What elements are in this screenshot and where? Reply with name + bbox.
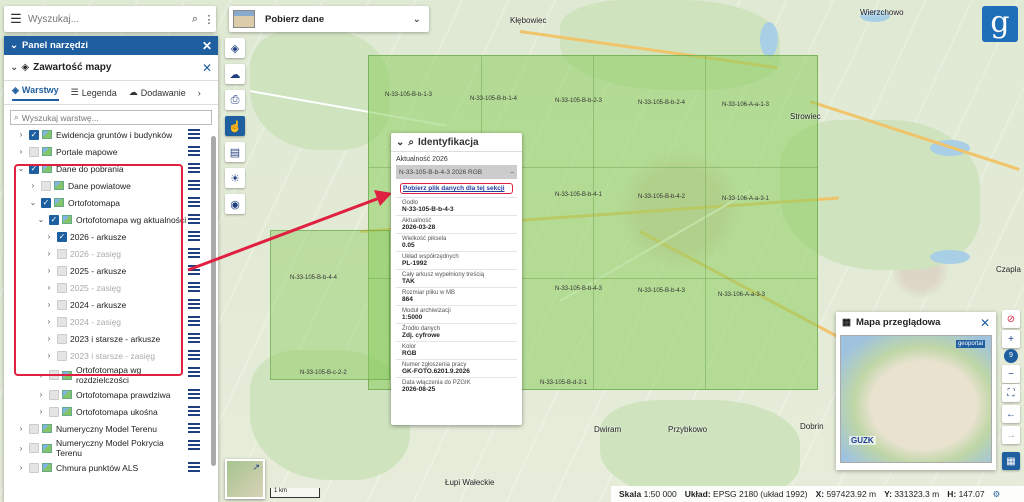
attribute-value: GK-FOTO.6201.9.2026 — [402, 368, 470, 375]
attribute-value: 864 — [402, 296, 413, 303]
attribute-field: Kolor RGB — [396, 341, 517, 359]
search-icon: ⌕ — [408, 136, 414, 148]
y-readout: Y: 331323.3 m — [884, 489, 939, 499]
attribute-field: Numer zgłoszenia pracy GK-FOTO.6201.9.202… — [396, 359, 517, 377]
forward-button[interactable]: → — [1002, 426, 1020, 444]
guzk-logo: GUZK — [849, 436, 876, 445]
attribute-value: PL-1992 — [402, 260, 427, 267]
crs-value: EPSG 2180 (układ 1992) — [713, 489, 808, 499]
attribute-field: Moduł archiwizacji 1:5000 — [396, 305, 517, 323]
attribute-field: Cały arkusz wypełniony treścią TAK — [396, 269, 517, 287]
attribute-value: 0.05 — [402, 242, 415, 249]
x-readout: X: 597423.92 m — [816, 489, 877, 499]
identify-header[interactable]: ⌄ ⌕ Identyfikacja — [391, 133, 522, 152]
download-file-link[interactable]: Pobierz plik danych dla tej sekcji — [400, 183, 513, 194]
status-bar: Skala 1:50 000 Układ: EPSG 2180 (układ 1… — [611, 486, 1024, 502]
y-label: Y: — [884, 489, 892, 499]
identify-title: Identyfikacja — [418, 136, 479, 148]
zoom-level-badge: 9 — [1004, 349, 1018, 363]
identify-feature-select[interactable]: N-33-105-B-b-4-3 2026 RGB – — [396, 165, 517, 179]
overview-icon: ▦ — [842, 317, 851, 328]
attribute-field: Układ współrzędnych PL-1992 — [396, 251, 517, 269]
attribute-field: Rozmiar pliku w MB 864 — [396, 287, 517, 305]
feature-name: N-33-105-B-b-4-3 2026 RGB — [399, 168, 483, 176]
y-value: 331323.3 m — [894, 489, 940, 499]
overview-map[interactable]: geoportal GUZK — [840, 335, 992, 463]
fullscreen-icon: ⛶ — [1007, 387, 1015, 399]
overview-map-panel: ▦ Mapa przeglądowa ✕ geoportal GUZK — [836, 312, 996, 470]
scale-readout: Skala 1:50 000 — [619, 489, 677, 499]
overview-title: Mapa przeglądowa — [855, 317, 941, 328]
external-link-icon: ↗ — [252, 462, 260, 472]
h-value: 147.07 — [958, 489, 985, 499]
feature-suffix: – — [510, 168, 514, 176]
scale-value: 1:50 000 — [643, 489, 677, 499]
overview-icon: ▦ — [1006, 455, 1016, 467]
attribute-field: Godło N-33-105-B-b-4-3 — [396, 197, 517, 215]
overview-header: ▦ Mapa przeglądowa ✕ — [836, 312, 996, 333]
h-readout: H: 147.07 — [947, 489, 984, 499]
attribute-value: 2026-03-28 — [402, 224, 436, 231]
attribute-field: Wielkość piksela 0.05 — [396, 233, 517, 251]
close-icon[interactable]: ✕ — [980, 316, 990, 330]
arrow-left-icon: ← — [1006, 408, 1016, 420]
zoom-in-button[interactable]: + — [1002, 330, 1020, 348]
geoportal-logo[interactable]: g — [982, 6, 1018, 42]
gear-icon[interactable]: ⚙ — [993, 489, 1001, 500]
scale-label: Skala — [619, 489, 642, 499]
chevron-down-icon: ⌄ — [396, 136, 405, 148]
attribute-value: RGB — [402, 350, 417, 357]
attribute-field: Data włączenia do PZGIK 2026-08-25 — [396, 377, 517, 395]
location-off-icon: ⊘ — [1006, 313, 1016, 325]
no-location-button[interactable]: ⊘ — [1002, 310, 1020, 328]
overview-map-toggle[interactable]: ▦ — [1002, 452, 1020, 470]
attribute-value: N-33-105-B-b-4-3 — [402, 206, 454, 213]
zoom-out-button[interactable]: − — [1002, 365, 1020, 383]
minus-icon: − — [1008, 368, 1014, 380]
attribute-value: TAK — [402, 278, 415, 285]
x-value: 597423.92 m — [826, 489, 877, 499]
attribute-value: 2026-08-25 — [402, 386, 436, 393]
crs-label: Układ: — [684, 489, 711, 499]
basemap-switcher[interactable]: ↗ — [225, 459, 265, 499]
x-label: X: — [815, 489, 825, 499]
back-button[interactable]: ← — [1002, 405, 1020, 423]
fullscreen-button[interactable]: ⛶ — [1002, 384, 1020, 402]
attribute-field: Źródło danych Zdj. cyfrowe — [396, 323, 517, 341]
h-label: H: — [947, 489, 957, 499]
geoportal-badge: geoportal — [955, 340, 985, 348]
attribute-value: Zdj. cyfrowe — [402, 332, 440, 339]
attribute-field: Aktualność 2026-03-28 — [396, 215, 517, 233]
arrow-line — [187, 195, 383, 272]
identify-popup: ⌄ ⌕ Identyfikacja Aktualność 2026 N-33-1… — [391, 133, 522, 425]
attribute-value: 1:5000 — [402, 314, 423, 321]
crs-readout: Układ: EPSG 2180 (układ 1992) — [685, 489, 808, 499]
arrow-right-icon: → — [1006, 429, 1016, 441]
plus-icon: + — [1008, 333, 1014, 345]
identify-group: Aktualność 2026 — [396, 156, 448, 163]
